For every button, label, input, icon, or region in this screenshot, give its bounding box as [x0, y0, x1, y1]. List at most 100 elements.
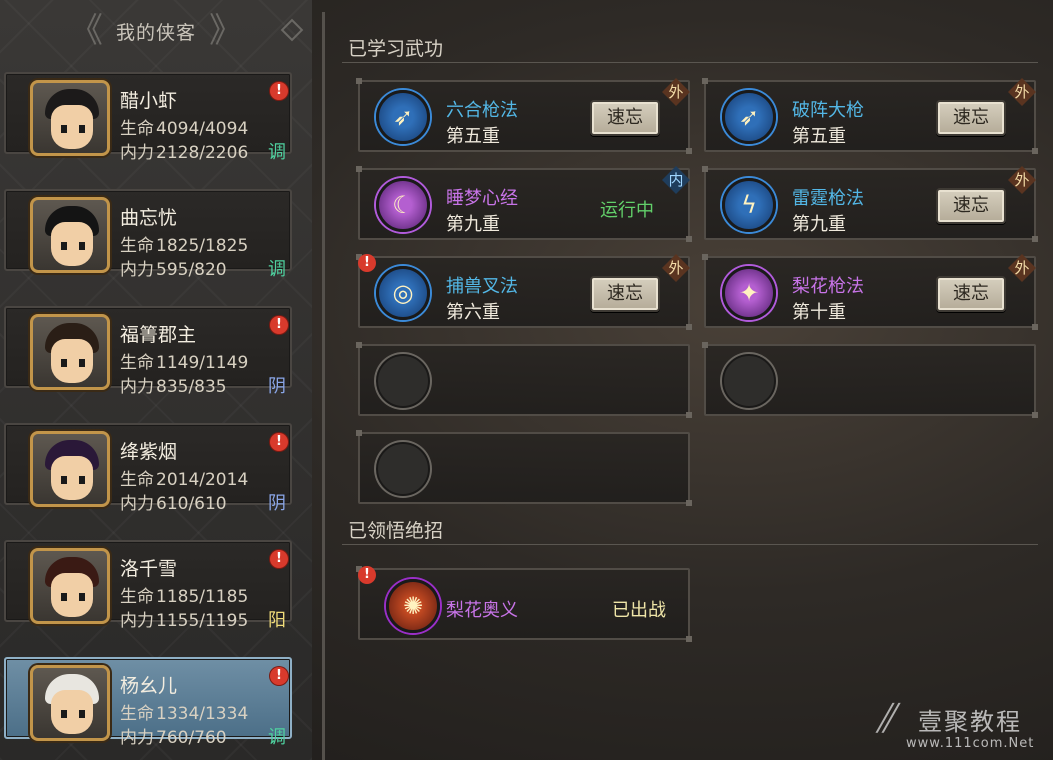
- next-arrow-icon[interactable]: 》: [206, 10, 246, 52]
- skill-name: 捕兽叉法: [446, 276, 518, 297]
- hero-mp: 内力 835/835: [120, 377, 227, 397]
- skill-card[interactable]: ! ◎ 捕兽叉法 第六重 速忘 外: [356, 254, 692, 330]
- skill-name: 破阵大枪: [792, 100, 864, 121]
- hero-portrait: [30, 548, 110, 624]
- lance-icon: ➶: [722, 90, 776, 144]
- hero-portrait: [30, 197, 110, 273]
- hero-mp: 内力 610/610: [120, 494, 227, 514]
- watermark-name: 壹聚教程: [918, 708, 1022, 736]
- hero-name: 曲忘忧: [120, 207, 178, 229]
- forget-button[interactable]: 速忘: [590, 276, 660, 312]
- ultimate-skill-card[interactable]: ! ✺ 梨花奥义 已出战: [356, 566, 692, 642]
- blossom-burst-icon: ✺: [386, 579, 440, 633]
- panel-divider: [322, 12, 325, 760]
- hero-roster: 醋小虾 生命 4094/4094 内力 2128/2206 调 ! 曲忘忧 生命 18…: [2, 72, 296, 760]
- hero-hp: 生命 4094/4094: [120, 119, 249, 139]
- blossom-spear-icon: ✦: [722, 266, 776, 320]
- skill-card[interactable]: ➶ 破阵大枪 第五重 速忘 外: [702, 78, 1038, 154]
- hero-mp: 内力 760/760: [120, 728, 227, 748]
- hero-portrait: [30, 314, 110, 390]
- dream-icon: ☾: [376, 178, 430, 232]
- skill-card[interactable]: ✦ 梨花枪法 第十重 速忘 外: [702, 254, 1038, 330]
- deployed-status: 已出战: [612, 600, 666, 621]
- hero-card[interactable]: 醋小虾 生命 4094/4094 内力 2128/2206 调 !: [4, 72, 292, 163]
- hero-card[interactable]: 绛紫烟 生命 2014/2014 内力 610/610 阴 !: [4, 423, 292, 514]
- hero-hp: 生命 1334/1334: [120, 704, 249, 724]
- skill-name: 雷霆枪法: [792, 188, 864, 209]
- hero-portrait: [30, 80, 110, 156]
- diamond-ornament-icon: [280, 18, 304, 42]
- empty-slot-icon: [376, 442, 430, 496]
- alert-badge: !: [270, 433, 288, 451]
- whirl-icon: ◎: [376, 266, 430, 320]
- forget-button[interactable]: 速忘: [590, 100, 660, 136]
- hero-affinity: 调: [268, 259, 286, 280]
- hero-hp: 生命 1149/1149: [120, 353, 249, 373]
- hero-hp: 生命 1185/1185: [120, 587, 249, 607]
- learned-skills-title: 已学习武功: [348, 38, 444, 60]
- forget-button[interactable]: 速忘: [936, 188, 1006, 224]
- skill-type-badge: 外: [1008, 78, 1036, 106]
- hero-portrait: [30, 665, 110, 741]
- skill-level: 第五重: [446, 126, 500, 147]
- section-divider: [342, 62, 1038, 63]
- hero-list-panel: 《 我的侠客 》 醋小虾 生命 4094/4094 内力 2128/2206 调 !…: [0, 0, 312, 760]
- skill-level: 第九重: [446, 214, 500, 235]
- watermark-url: www.111com.Net: [906, 736, 1035, 751]
- alert-badge: !: [358, 254, 376, 272]
- empty-slot-icon: [376, 354, 430, 408]
- skill-level: 第九重: [792, 214, 846, 235]
- skill-level: 第十重: [792, 302, 846, 323]
- hero-name: 洛千雪: [120, 558, 178, 580]
- section-divider: [342, 544, 1038, 545]
- ultimate-skill-name: 梨花奥义: [446, 600, 518, 621]
- hero-card[interactable]: 曲忘忧 生命 1825/1825 内力 595/820 调: [4, 189, 292, 280]
- skill-level: 第五重: [792, 126, 846, 147]
- hero-affinity: 阴: [268, 493, 286, 514]
- hero-affinity: 阴: [268, 376, 286, 397]
- skill-name: 睡梦心经: [446, 188, 518, 209]
- hero-affinity: 调: [268, 142, 286, 163]
- alert-badge: !: [270, 316, 288, 334]
- skill-type-badge: 外: [1008, 254, 1036, 282]
- alert-badge: !: [270, 667, 288, 685]
- hero-mp: 内力 1155/1195: [120, 611, 249, 631]
- watermark-logo-icon: ⫽: [876, 696, 894, 742]
- hero-name: 福箐郡主: [120, 324, 197, 346]
- skill-level: 第六重: [446, 302, 500, 323]
- hero-list-title: 我的侠客: [115, 21, 196, 44]
- hero-hp: 生命 1825/1825: [120, 236, 249, 256]
- lightning-icon: ϟ: [722, 178, 776, 232]
- alert-badge: !: [270, 550, 288, 568]
- hero-card[interactable]: 杨幺儿 生命 1334/1334 内力 760/760 调 !: [4, 657, 292, 748]
- site-watermark: ⫽ 壹聚教程 www.111com.Net: [876, 692, 1052, 758]
- hero-name: 醋小虾: [120, 90, 178, 112]
- skill-card[interactable]: ➶ 六合枪法 第五重 速忘 外: [356, 78, 692, 154]
- hero-hp: 生命 2014/2014: [120, 470, 249, 490]
- spear-icon: ➶: [376, 90, 430, 144]
- ultimate-skills-title: 已领悟绝招: [348, 520, 444, 542]
- hero-portrait: [30, 431, 110, 507]
- alert-badge: !: [270, 82, 288, 100]
- skill-type-badge: 外: [662, 254, 690, 282]
- empty-slot-icon: [722, 354, 776, 408]
- hero-card[interactable]: 福箐郡主 生命 1149/1149 内力 835/835 阴 !: [4, 306, 292, 397]
- hero-list-header: 《 我的侠客 》: [0, 8, 312, 54]
- skill-name: 梨花枪法: [792, 276, 864, 297]
- forget-button[interactable]: 速忘: [936, 100, 1006, 136]
- hero-affinity: 调: [268, 727, 286, 748]
- hero-card[interactable]: 洛千雪 生命 1185/1185 内力 1155/1195 阳 !: [4, 540, 292, 631]
- empty-skill-slot[interactable]: [356, 430, 692, 506]
- skill-card[interactable]: ☾ 睡梦心经 第九重 运行中 内: [356, 166, 692, 242]
- skill-type-badge: 外: [662, 78, 690, 106]
- alert-badge: !: [358, 566, 376, 584]
- prev-arrow-icon[interactable]: 《: [66, 10, 106, 52]
- skill-type-badge: 内: [662, 166, 690, 194]
- hero-name: 绛紫烟: [120, 441, 178, 463]
- forget-button[interactable]: 速忘: [936, 276, 1006, 312]
- hero-affinity: 阳: [268, 610, 286, 631]
- empty-skill-slot[interactable]: [702, 342, 1038, 418]
- empty-skill-slot[interactable]: [356, 342, 692, 418]
- skill-card[interactable]: ϟ 雷霆枪法 第九重 速忘 外: [702, 166, 1038, 242]
- skill-name: 六合枪法: [446, 100, 518, 121]
